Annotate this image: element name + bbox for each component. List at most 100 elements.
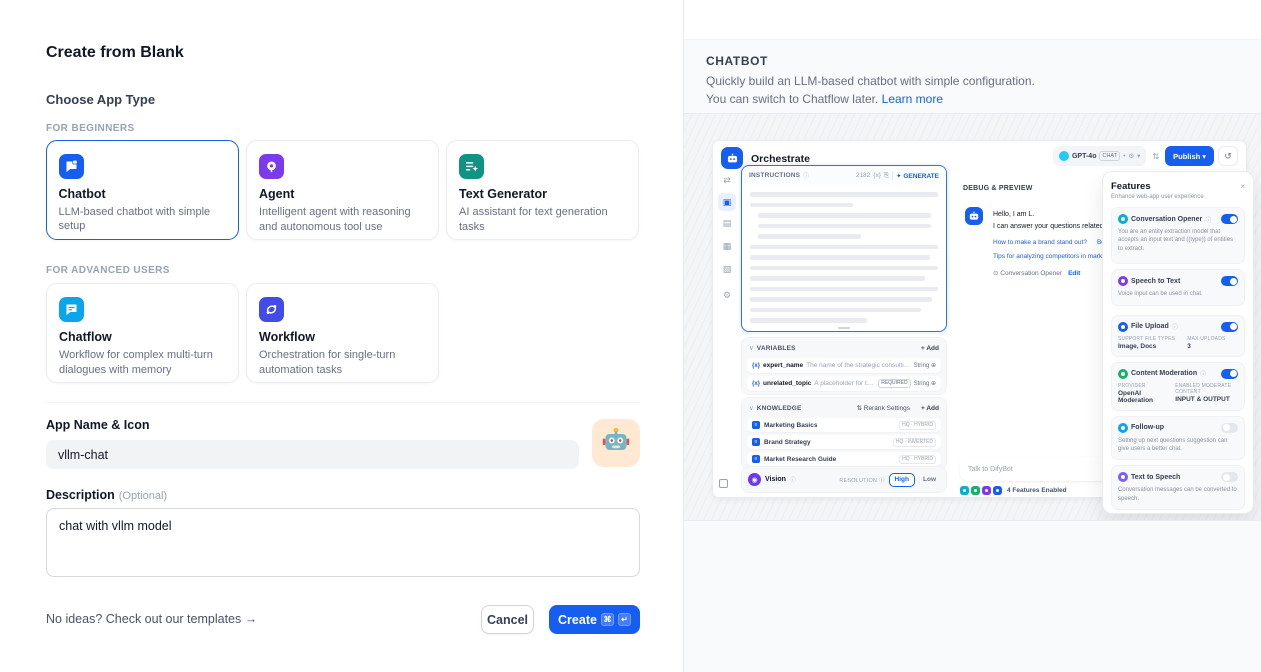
placeholder-line (750, 245, 938, 250)
knowledge-panel: ∨ KNOWLEDGE ⇅ Rerank Settings + Add ≡ Ma… (741, 397, 947, 470)
instructions-label: INSTRUCTIONS (749, 172, 800, 179)
variable-row: {x} expert_name The name of the strategi… (747, 358, 941, 373)
app-type-name: Workflow (259, 330, 426, 344)
document-icon: ≡ (752, 455, 760, 463)
preview-pane-header-strip (684, 0, 1261, 40)
document-icon: ≡ (752, 421, 760, 429)
info-icon: ⓘ (790, 475, 796, 484)
add-variable-button: + Add (921, 345, 939, 352)
feature-card: Text to Speech Conversation messages can… (1111, 465, 1245, 510)
placeholder-line (758, 224, 931, 229)
app-type-card-chatflow[interactable]: Chatflow Workflow for complex multi-turn… (46, 283, 239, 383)
app-name-label: App Name & Icon (46, 418, 150, 432)
bot-avatar-icon (965, 207, 983, 225)
knowledge-label: KNOWLEDGE (757, 405, 802, 412)
document-icon: ≡ (752, 438, 760, 446)
create-app-dialog: Create from Blank Choose App Type FOR BE… (0, 0, 1261, 672)
follow-up-icon (1118, 423, 1128, 433)
instructions-header: INSTRUCTIONS ⓘ 2182 {x} ⎘ ✦ GENERATE (742, 166, 946, 185)
app-type-card-text-generator[interactable]: Text Generator AI assistant for text gen… (446, 140, 639, 240)
add-knowledge-button: + Add (921, 405, 939, 412)
beginner-app-types: Chatbot LLM-based chatbot with simple se… (46, 140, 639, 240)
chevron-down-icon: ▾ (1202, 152, 1206, 161)
variable-row: {x} unrelated_topic A placeholder for to… (747, 376, 941, 391)
collapse-icon: ∨ (749, 344, 754, 352)
resolution-high-chip: High (889, 473, 915, 487)
resolution-low-chip: Low (919, 473, 940, 487)
app-icon-picker[interactable] (592, 419, 640, 467)
gear-icon: ⚙ (1128, 152, 1134, 160)
feature-card: Conversation Opener ⓘ You are an entity … (1111, 207, 1245, 264)
text-to-speech-icon (1118, 472, 1128, 482)
section-divider (46, 402, 640, 403)
info-icon: ⓘ (1200, 369, 1206, 378)
publish-button: Publish ▾ (1165, 146, 1214, 166)
agent-head-icon (259, 154, 284, 179)
app-type-name: Chatflow (59, 330, 226, 344)
conversation-opener-mini-icon (960, 486, 969, 495)
variables-panel: ∨ VARIABLES + Add {x} expert_name The na… (741, 337, 947, 395)
description-textarea[interactable]: chat with vllm model (46, 508, 640, 577)
learn-more-link[interactable]: Learn more (882, 92, 943, 106)
file-upload-icon (1118, 322, 1128, 332)
prompt-tab-icon: ▣ (718, 193, 736, 211)
placeholder-line (750, 318, 867, 323)
swap-icon: ⇄ (719, 176, 735, 185)
speech-to-text-icon (1118, 276, 1128, 286)
app-type-card-workflow[interactable]: Workflow Orchestration for single-turn a… (246, 283, 439, 383)
variable-icon: {x} (752, 363, 760, 369)
app-type-desc: Workflow for complex multi-turn dialogue… (59, 348, 226, 377)
suggested-question: Tips for analyzing competitors in market (993, 253, 1108, 260)
instructions-body (742, 185, 946, 323)
toggle (1221, 214, 1238, 224)
bot-avatar-icon (721, 147, 743, 169)
app-type-name: Chatbot (59, 187, 227, 201)
toggle (1221, 423, 1238, 433)
placeholder-line (750, 203, 853, 208)
divider (892, 171, 893, 180)
feature-card: File Upload ⓘ SUPPORT FILE TYPESImage, D… (1111, 315, 1245, 357)
workflow-cycle-icon (259, 297, 284, 322)
templates-link[interactable]: No ideas? Check out our templates → (46, 612, 257, 626)
debug-preview-title: DEBUG & PREVIEW (963, 185, 1033, 192)
optional-label: (Optional) (119, 490, 167, 502)
beginners-section-label: FOR BEGINNERS (46, 123, 135, 134)
text-sparkle-icon (459, 154, 484, 179)
app-type-card-chatbot[interactable]: Chatbot LLM-based chatbot with simple se… (46, 140, 239, 240)
preview-pane: CHATBOT Quickly build an LLM-based chatb… (683, 0, 1261, 672)
enter-key-icon: ↵ (618, 613, 631, 626)
app-type-card-agent[interactable]: Agent Intelligent agent with reasoning a… (246, 140, 439, 240)
toggle (1221, 369, 1238, 379)
arrow-right-icon: → (245, 612, 258, 626)
app-name-input[interactable] (46, 440, 579, 469)
copy-icon: ⎘ (884, 172, 889, 180)
info-icon: ⓘ (803, 171, 809, 180)
model-provider-icon (1059, 151, 1069, 161)
variables-icon: {x} (873, 172, 881, 179)
variables-label: VARIABLES (757, 345, 796, 352)
features-panel: Features × Enhance web-app user experien… (1102, 171, 1254, 514)
rerank-settings: ⇅ Rerank Settings (856, 404, 910, 412)
preview-image-area: Orchestrate GPT-4o CHAT • ⚙ ▾ ⇅ Publish … (684, 113, 1261, 521)
placeholder-line (750, 297, 932, 302)
tune-icon: ⇅ (856, 405, 861, 412)
speech-to-text-mini-icon (982, 486, 991, 495)
cancel-button[interactable]: Cancel (481, 605, 534, 634)
placeholder-line (750, 255, 930, 260)
toggle (1221, 276, 1238, 286)
create-form-pane: Create from Blank Choose App Type FOR BE… (0, 0, 683, 672)
description-label: Description(Optional) (46, 488, 167, 502)
app-type-desc: Intelligent agent with reasoning and aut… (259, 205, 426, 234)
knowledge-row: ≡ Brand Strategy HQ · INVERTED (747, 435, 941, 449)
create-button[interactable]: Create ⌘ ↵ (549, 605, 640, 634)
knowledge-row: ≡ Marketing Basics HQ · HYBRID (747, 418, 941, 432)
feature-card: Content Moderation ⓘ PROVIDEROpenAI Mode… (1111, 362, 1245, 411)
model-name: GPT-4o (1072, 153, 1097, 160)
app-type-desc: AI assistant for text generation tasks (459, 205, 626, 234)
choose-app-type-label: Choose App Type (46, 92, 155, 107)
knowledge-row: ≡ Market Research Guide HQ · HYBRID (747, 452, 941, 466)
app-type-desc: Orchestration for single-turn automation… (259, 348, 426, 377)
file-upload-mini-icon (993, 486, 1002, 495)
resolution-label: RESOLUTION ⓘ (839, 476, 884, 484)
collapse-panel-icon (719, 479, 728, 488)
